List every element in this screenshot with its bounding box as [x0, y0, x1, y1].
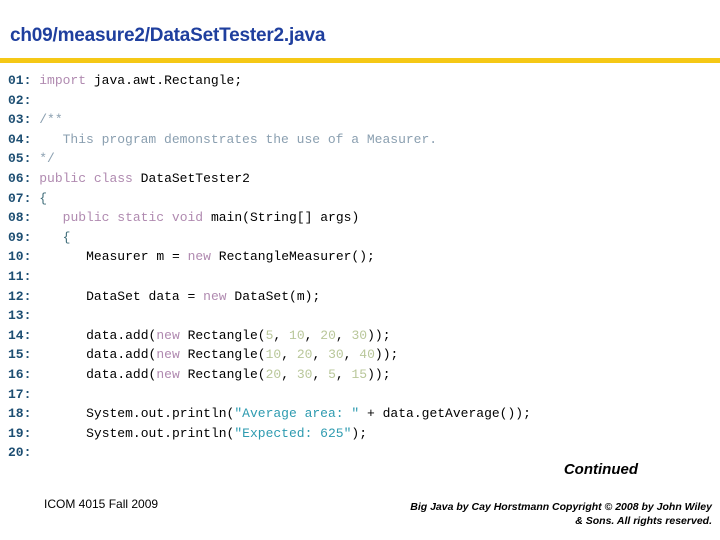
- code-line-number: 12:: [8, 288, 32, 304]
- code-line-number: 09:: [8, 229, 32, 245]
- code-line-number: 16:: [8, 366, 32, 382]
- code-line-number: 07:: [8, 190, 32, 206]
- code-line-number: 01:: [8, 73, 32, 88]
- code-line-number: 05:: [8, 151, 32, 167]
- code-line: 01: import java.awt.Rectangle;: [8, 71, 712, 91]
- code-line: 02:: [8, 91, 712, 111]
- code-line: 04: This program demonstrates the use of…: [8, 130, 712, 150]
- code-line-text: */: [39, 151, 55, 167]
- code-line: 12: DataSet data = new DataSet(m);: [8, 287, 712, 307]
- code-line-text: data.add(new Rectangle(20, 30, 5, 15));: [86, 366, 391, 382]
- code-line-number: 19:: [8, 425, 32, 441]
- code-line-number: 03:: [8, 112, 32, 128]
- code-line-number: 11:: [8, 268, 32, 284]
- code-line: 16: data.add(new Rectangle(20, 30, 5, 15…: [8, 365, 712, 385]
- footer-course-label: ICOM 4015 Fall 2009: [44, 497, 159, 511]
- code-line: 09: {: [8, 228, 712, 248]
- code-line-text: import java.awt.Rectangle;: [39, 73, 243, 88]
- code-listing: 01: import java.awt.Rectangle; 02: 03: /*…: [8, 71, 712, 463]
- code-line: 07: {: [8, 189, 712, 209]
- code-line: 05: */: [8, 149, 712, 169]
- code-line-text: DataSet data = new DataSet(m);: [86, 288, 321, 304]
- code-line: 19: System.out.println("Expected: 625");: [8, 424, 712, 444]
- code-line: 20:: [8, 443, 712, 463]
- code-line-number: 14:: [8, 327, 32, 343]
- code-line: 06: public class DataSetTester2: [8, 169, 712, 189]
- continued-label: Continued: [563, 461, 638, 478]
- footer-copyright: Big Java by Cay Horstmann Copyright © 20…: [372, 500, 712, 528]
- code-line-text: data.add(new Rectangle(5, 10, 20, 30));: [86, 327, 391, 343]
- footer-copyright-line-1: Big Java by Cay Horstmann Copyright © 20…: [410, 501, 712, 513]
- code-line-number: 04:: [8, 131, 32, 147]
- code-line-number: 06:: [8, 170, 32, 186]
- code-line: 14: data.add(new Rectangle(5, 10, 20, 30…: [8, 326, 712, 346]
- code-line-text: System.out.println("Average area: " + da…: [86, 406, 531, 422]
- code-line-text: {: [62, 229, 71, 245]
- code-line-number: 02:: [8, 92, 32, 108]
- code-line-number: 13:: [8, 308, 32, 324]
- footer-copyright-line-2: & Sons. All rights reserved.: [575, 515, 712, 527]
- code-line-number: 10:: [8, 249, 32, 265]
- code-line-text: /**: [39, 112, 63, 128]
- code-line-text: This program demonstrates the use of a M…: [39, 131, 438, 147]
- code-line: 13:: [8, 306, 712, 326]
- code-line: 17:: [8, 385, 712, 405]
- code-line-text: data.add(new Rectangle(10, 20, 30, 40));: [86, 347, 399, 363]
- code-line: 15: data.add(new Rectangle(10, 20, 30, 4…: [8, 345, 712, 365]
- code-line-text: public class DataSetTester2: [39, 170, 250, 186]
- code-line-text: public static void main(String[] args): [62, 210, 360, 226]
- title-divider: [0, 58, 720, 63]
- code-line: 18: System.out.println("Average area: " …: [8, 404, 712, 424]
- code-line-text: {: [39, 190, 48, 206]
- code-line-text: Measurer m = new RectangleMeasurer();: [86, 249, 375, 265]
- code-line-number: 18:: [8, 406, 32, 422]
- code-line-number: 08:: [8, 210, 32, 226]
- code-line-number: 15:: [8, 347, 32, 363]
- code-line: 08: public static void main(String[] arg…: [8, 208, 712, 228]
- code-line-number: 17:: [8, 386, 32, 402]
- page-title: ch09/measure2/DataSetTester2.java: [10, 25, 326, 46]
- code-line: 10: Measurer m = new RectangleMeasurer()…: [8, 247, 712, 267]
- code-line-number: 20:: [8, 445, 32, 461]
- code-line: 11:: [8, 267, 712, 287]
- code-line-text: System.out.println("Expected: 625");: [86, 425, 368, 441]
- code-line: 03: /**: [8, 110, 712, 130]
